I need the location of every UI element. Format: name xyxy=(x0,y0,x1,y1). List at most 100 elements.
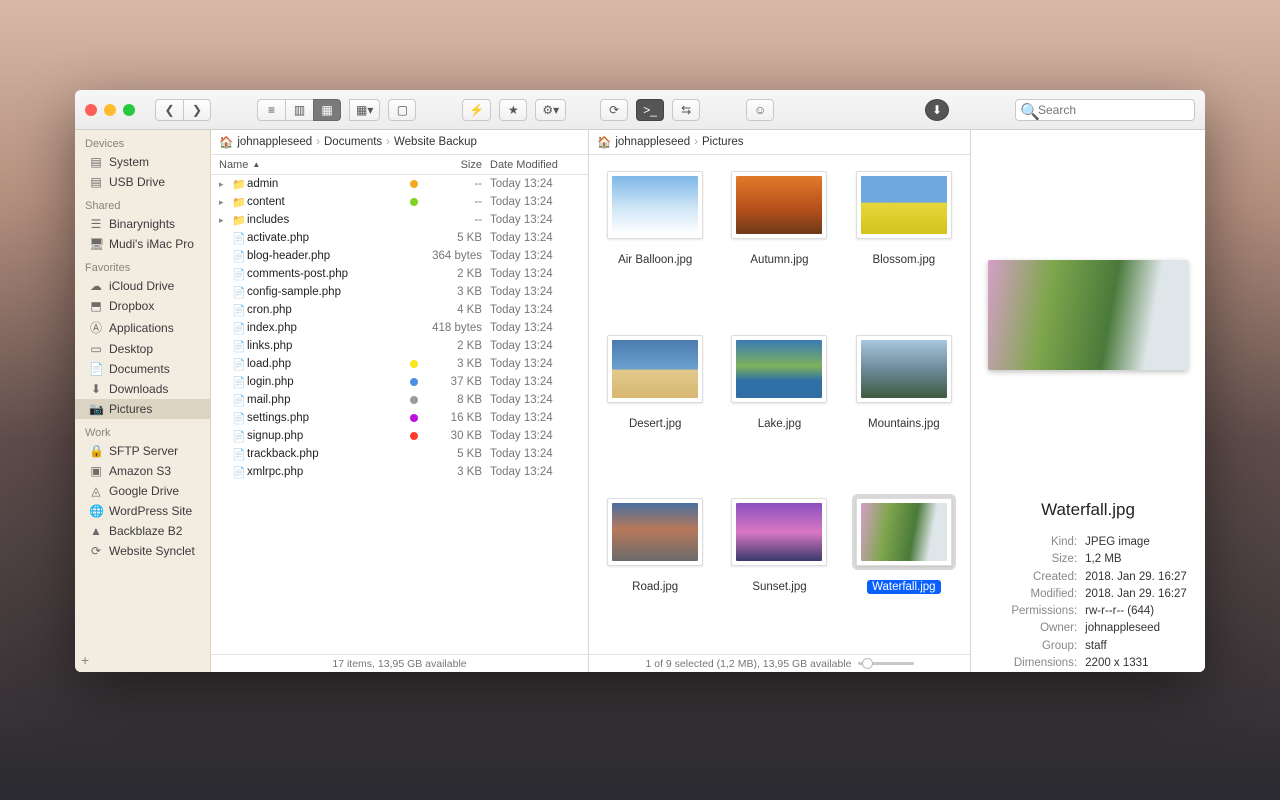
sidebar-item[interactable]: ⬒Dropbox xyxy=(75,296,210,316)
sidebar-item[interactable]: ⬇Downloads xyxy=(75,379,210,399)
arrange-button[interactable]: ▦▾ xyxy=(349,99,380,121)
icon-view-button[interactable]: ▦ xyxy=(313,99,341,121)
thumbnail[interactable]: Road.jpg xyxy=(593,498,717,654)
file-row[interactable]: 📄blog-header.php364 bytesToday 13:24 xyxy=(211,247,588,265)
quick-action-button[interactable]: ⚡ xyxy=(462,99,491,121)
file-row[interactable]: 📄settings.php16 KBToday 13:24 xyxy=(211,409,588,427)
path-segment[interactable]: johnappleseed xyxy=(615,136,690,148)
path-segment[interactable]: Documents xyxy=(324,136,382,148)
sidebar-item[interactable]: ▭Desktop xyxy=(75,339,210,359)
sidebar-item-label: Website Synclet xyxy=(109,544,195,558)
file-row[interactable]: ▸📁admin--Today 13:24 xyxy=(211,175,588,193)
thumbnail-size-slider[interactable] xyxy=(858,662,914,665)
file-row[interactable]: 📄cron.php4 KBToday 13:24 xyxy=(211,301,588,319)
file-size: 2 KB xyxy=(418,340,490,352)
sidebar-item[interactable]: 📄 Documents xyxy=(75,359,210,379)
settings-button[interactable]: ⚙▾ xyxy=(535,99,566,121)
thumbnail[interactable]: Lake.jpg xyxy=(717,335,841,491)
sidebar-item[interactable]: ▣Amazon S3 xyxy=(75,461,210,481)
s3-icon: ▣ xyxy=(89,464,103,478)
sidebar-item[interactable]: ☰Binarynights xyxy=(75,214,210,234)
terminal-button[interactable]: >_ xyxy=(636,99,664,121)
thumbnail[interactable]: Blossom.jpg xyxy=(842,171,966,327)
right-pathbar[interactable]: 🏠 johnappleseed›Pictures xyxy=(589,130,970,155)
right-status: 1 of 9 selected (1,2 MB), 13,95 GB avail… xyxy=(589,654,970,672)
column-view-button[interactable]: ▥ xyxy=(285,99,313,121)
search-input[interactable] xyxy=(1015,99,1195,121)
thumbnail[interactable]: Waterfall.jpg xyxy=(842,498,966,654)
search-field[interactable]: 🔍 xyxy=(1015,99,1195,121)
thumbnail-frame xyxy=(607,171,703,239)
file-date: Today 13:24 xyxy=(490,286,580,298)
back-button[interactable]: ❮ xyxy=(155,99,183,121)
thumbnail[interactable]: Autumn.jpg xyxy=(717,171,841,327)
zoom-icon[interactable] xyxy=(123,104,135,116)
minimize-icon[interactable] xyxy=(104,104,116,116)
file-row[interactable]: 📄trackback.php5 KBToday 13:24 xyxy=(211,445,588,463)
disclosure-icon[interactable]: ▸ xyxy=(219,179,231,190)
disclosure-icon[interactable]: ▸ xyxy=(219,197,231,208)
right-grid[interactable]: Air Balloon.jpgAutumn.jpgBlossom.jpg Dese… xyxy=(589,155,970,654)
path-segment[interactable]: Pictures xyxy=(702,136,744,148)
thumbnail[interactable]: Desert.jpg xyxy=(593,335,717,491)
inspector-row: Owner:johnappleseed xyxy=(989,620,1187,637)
forward-button[interactable]: ❯ xyxy=(183,99,211,121)
sidebar-item[interactable]: ▲Backblaze B2 xyxy=(75,521,210,541)
sidebar-item-label: Documents xyxy=(109,362,170,376)
file-row[interactable]: 📄index.php418 bytesToday 13:24 xyxy=(211,319,588,337)
close-icon[interactable] xyxy=(85,104,97,116)
sidebar-item[interactable]: ☁iCloud Drive xyxy=(75,276,210,296)
file-row[interactable]: ▸📁content--Today 13:24 xyxy=(211,193,588,211)
tag-dot xyxy=(410,396,418,404)
sidebar-item[interactable]: 🔒SFTP Server xyxy=(75,441,210,461)
download-button[interactable]: ⬇ xyxy=(925,99,949,121)
sidebar-item[interactable]: ⒶApplications xyxy=(75,316,210,339)
thumbnail[interactable]: Mountains.jpg xyxy=(842,335,966,491)
list-view-button[interactable]: ≡ xyxy=(257,99,285,121)
sidebar-item[interactable]: 🖥Mudi's iMac Pro xyxy=(75,234,210,254)
folder-icon: 📁 xyxy=(231,196,247,209)
add-location-button[interactable]: + xyxy=(81,652,89,668)
left-filelist[interactable]: ▸📁admin--Today 13:24▸📁content--Today 13:… xyxy=(211,175,588,654)
new-file-button[interactable]: ▢ xyxy=(388,99,416,121)
sidebar-item[interactable]: ▤System xyxy=(75,152,210,172)
file-row[interactable]: ▸📁includes--Today 13:24 xyxy=(211,211,588,229)
emoji-button[interactable]: ☺ xyxy=(746,99,774,121)
file-name: links.php xyxy=(247,340,406,352)
path-segment[interactable]: Website Backup xyxy=(394,136,477,148)
thumbnail-label: Waterfall.jpg xyxy=(867,580,941,594)
sidebar-item[interactable]: 🌐WordPress Site xyxy=(75,501,210,521)
sidebar-item-label: Dropbox xyxy=(109,299,154,313)
sidebar-item[interactable]: ⟳Website Synclet xyxy=(75,541,210,561)
sidebar-item-label: WordPress Site xyxy=(109,504,192,518)
sidebar-item[interactable]: 📷Pictures xyxy=(75,399,210,419)
thumbnail[interactable]: Sunset.jpg xyxy=(717,498,841,654)
file-row[interactable]: 📄load.php3 KBToday 13:24 xyxy=(211,355,588,373)
path-segment[interactable]: johnappleseed xyxy=(237,136,312,148)
favorite-button[interactable]: ★ xyxy=(499,99,527,121)
file-row[interactable]: 📄links.php2 KBToday 13:24 xyxy=(211,337,588,355)
sidebar-item[interactable]: ▤USB Drive xyxy=(75,172,210,192)
file-row[interactable]: 📄activate.php5 KBToday 13:24 xyxy=(211,229,588,247)
col-size[interactable]: Size xyxy=(418,159,490,171)
file-row[interactable]: 📄comments-post.php2 KBToday 13:24 xyxy=(211,265,588,283)
file-name: signup.php xyxy=(247,430,406,442)
compare-button[interactable]: ⇆ xyxy=(672,99,700,121)
file-row[interactable]: 📄mail.php8 KBToday 13:24 xyxy=(211,391,588,409)
file-row[interactable]: 📄login.php37 KBToday 13:24 xyxy=(211,373,588,391)
sidebar-item[interactable]: ◬Google Drive xyxy=(75,481,210,501)
sync-button[interactable]: ⟳ xyxy=(600,99,628,121)
doc-icon: 📄 xyxy=(89,362,103,376)
disclosure-icon[interactable]: ▸ xyxy=(219,215,231,226)
file-name: cron.php xyxy=(247,304,406,316)
file-size: 30 KB xyxy=(418,430,490,442)
file-size: -- xyxy=(418,178,490,190)
col-name[interactable]: Name▲ xyxy=(219,159,418,171)
thumbnail[interactable]: Air Balloon.jpg xyxy=(593,171,717,327)
inspector-key: Created: xyxy=(989,569,1077,586)
col-date[interactable]: Date Modified xyxy=(490,159,580,171)
file-row[interactable]: 📄config-sample.php3 KBToday 13:24 xyxy=(211,283,588,301)
file-row[interactable]: 📄signup.php30 KBToday 13:24 xyxy=(211,427,588,445)
left-pathbar[interactable]: 🏠 johnappleseed›Documents›Website Backup xyxy=(211,130,588,155)
file-row[interactable]: 📄xmlrpc.php3 KBToday 13:24 xyxy=(211,463,588,481)
